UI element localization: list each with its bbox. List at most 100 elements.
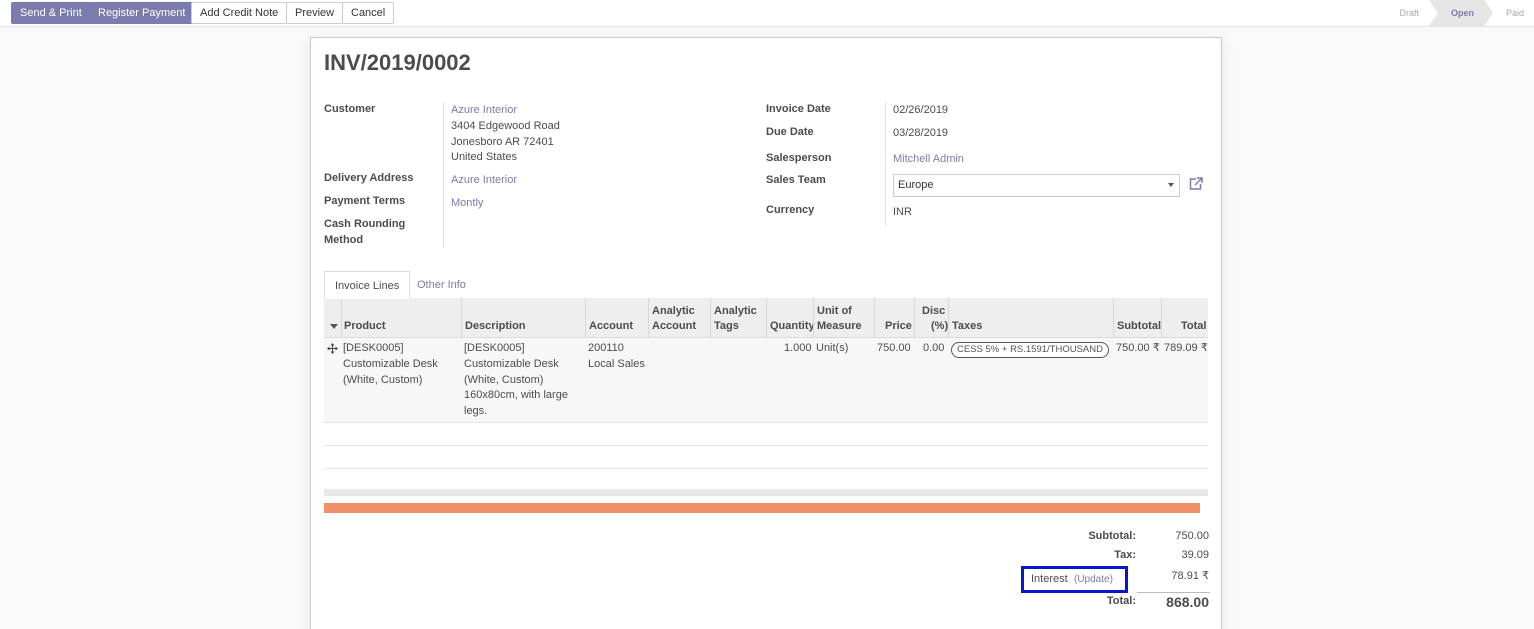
cell-total: 789.09 ₹ bbox=[1164, 342, 1208, 354]
empty-row-divider bbox=[324, 468, 1208, 469]
cell-discount: 0.00 bbox=[923, 342, 945, 354]
customer-label: Customer bbox=[324, 103, 376, 115]
cell-description: 160x80cm, with large bbox=[464, 389, 568, 401]
salesperson-link[interactable]: Mitchell Admin bbox=[893, 153, 964, 165]
delivery-address-link[interactable]: Azure Interior bbox=[451, 174, 517, 186]
status-bar: Draft Open Paid bbox=[1387, 0, 1534, 26]
delivery-address-label: Delivery Address bbox=[324, 172, 414, 184]
header-taxes[interactable]: Taxes bbox=[952, 319, 982, 334]
column-separator bbox=[461, 298, 462, 338]
cell-account: Local Sales bbox=[588, 358, 645, 370]
cell-product: (White, Custom) bbox=[343, 374, 423, 386]
customer-link[interactable]: Azure Interior bbox=[451, 104, 517, 116]
header-discount[interactable]: (%) bbox=[931, 319, 948, 334]
status-draft[interactable]: Draft bbox=[1387, 0, 1438, 26]
header-quantity[interactable]: Quantity bbox=[770, 319, 815, 334]
tax-label: Tax: bbox=[1114, 549, 1136, 561]
total-divider bbox=[1137, 592, 1210, 593]
header-analytic-account[interactable]: Account bbox=[652, 319, 696, 334]
customer-address-line: United States bbox=[451, 151, 518, 163]
column-separator bbox=[1161, 298, 1162, 338]
currency-value: INR bbox=[893, 206, 912, 218]
due-date-value: 03/28/2019 bbox=[893, 127, 949, 139]
header-analytic-account[interactable]: Analytic bbox=[652, 304, 695, 319]
tab-invoice-lines[interactable]: Invoice Lines bbox=[324, 271, 411, 299]
header-total[interactable]: Total bbox=[1181, 319, 1206, 334]
cell-subtotal: 750.00 ₹ bbox=[1116, 342, 1160, 354]
cell-quantity: 1.000 bbox=[784, 342, 812, 354]
sales-team-label: Sales Team bbox=[766, 174, 826, 186]
column-separator bbox=[914, 298, 915, 338]
invoice-title: INV/2019/0002 bbox=[324, 50, 471, 75]
column-separator bbox=[813, 298, 814, 338]
cell-product: Customizable Desk bbox=[343, 358, 438, 370]
interest-update-link[interactable]: (Update) bbox=[1074, 574, 1113, 585]
invoice-date-label: Invoice Date bbox=[766, 103, 831, 115]
header-product[interactable]: Product bbox=[344, 319, 386, 334]
cell-price: 750.00 bbox=[877, 342, 911, 354]
cell-description: (White, Custom) bbox=[464, 374, 544, 386]
field-divider bbox=[885, 102, 886, 226]
cell-uom: Unit(s) bbox=[816, 342, 849, 354]
header-description[interactable]: Description bbox=[465, 319, 526, 334]
cell-description: Customizable Desk bbox=[464, 358, 559, 370]
interest-label: Interest bbox=[1031, 573, 1068, 585]
add-credit-note-button[interactable]: Add Credit Note bbox=[191, 2, 288, 24]
subtotal-value: 750.00 bbox=[1175, 530, 1209, 542]
caret-down-icon bbox=[1168, 183, 1174, 187]
subtotal-label: Subtotal: bbox=[1088, 530, 1136, 542]
field-divider bbox=[443, 102, 444, 248]
external-link-icon[interactable] bbox=[1187, 176, 1205, 192]
tax-value: 39.09 bbox=[1181, 549, 1209, 561]
header-discount[interactable]: Disc bbox=[922, 304, 945, 319]
header-unit-of-measure[interactable]: Unit of bbox=[817, 304, 852, 319]
column-separator bbox=[1113, 298, 1114, 338]
cancel-button[interactable]: Cancel bbox=[342, 2, 395, 24]
header-analytic-tags[interactable]: Analytic bbox=[714, 304, 757, 319]
column-separator bbox=[341, 298, 342, 338]
caret-down-icon[interactable] bbox=[330, 324, 338, 330]
cell-product: [DESK0005] bbox=[343, 342, 404, 354]
header-subtotal[interactable]: Subtotal bbox=[1117, 319, 1161, 334]
interest-highlight: Interest (Update) bbox=[1021, 566, 1128, 593]
column-separator bbox=[874, 298, 875, 338]
column-separator bbox=[648, 298, 649, 338]
header-account[interactable]: Account bbox=[589, 319, 633, 334]
column-separator bbox=[710, 298, 711, 338]
due-date-label: Due Date bbox=[766, 126, 814, 138]
cell-description: legs. bbox=[464, 405, 488, 417]
header-unit-of-measure[interactable]: Measure bbox=[817, 319, 862, 334]
currency-label: Currency bbox=[766, 204, 815, 216]
cash-rounding-label: Method bbox=[324, 234, 364, 246]
salesperson-label: Salesperson bbox=[766, 152, 832, 164]
invoice-sheet: INV/2019/0002 Customer Azure Interior 34… bbox=[310, 37, 1222, 629]
customer-address-line: Jonesboro AR 72401 bbox=[451, 136, 554, 148]
preview-button[interactable]: Preview bbox=[286, 2, 344, 24]
customer-address-line: 3404 Edgewood Road bbox=[451, 120, 560, 132]
total-value: 868.00 bbox=[1166, 594, 1209, 610]
drag-handle-icon[interactable] bbox=[327, 343, 338, 354]
column-separator bbox=[948, 298, 949, 338]
cell-account: 200110 bbox=[588, 342, 624, 354]
payment-terms-label: Payment Terms bbox=[324, 195, 406, 207]
progress-bar bbox=[324, 503, 1200, 513]
invoice-lines-header: Product Description Account Analytic Acc… bbox=[324, 298, 1208, 338]
cell-description: [DESK0005] bbox=[464, 342, 525, 354]
sales-team-value: Europe bbox=[898, 179, 934, 191]
sales-team-select[interactable]: Europe bbox=[893, 174, 1180, 197]
send-print-button[interactable]: Send & Print bbox=[11, 2, 91, 24]
total-label: Total: bbox=[1106, 595, 1136, 607]
register-payment-button[interactable]: Register Payment bbox=[89, 2, 195, 24]
header-price[interactable]: Price bbox=[885, 319, 912, 334]
payment-terms-link[interactable]: Montly bbox=[451, 197, 483, 209]
column-separator bbox=[585, 298, 586, 338]
invoice-date-value: 02/26/2019 bbox=[893, 104, 949, 116]
column-separator bbox=[766, 298, 767, 338]
header-analytic-tags[interactable]: Tags bbox=[714, 319, 739, 334]
tab-other-info[interactable]: Other Info bbox=[407, 271, 476, 299]
empty-row-divider bbox=[324, 445, 1208, 446]
control-panel: Send & Print Register Payment Add Credit… bbox=[0, 0, 1534, 27]
horizontal-scrollbar[interactable] bbox=[324, 489, 1208, 496]
tax-tag[interactable]: CESS 5% + RS.1591/THOUSAND bbox=[951, 342, 1109, 358]
interest-value: 78.91 ₹ bbox=[1171, 570, 1209, 582]
